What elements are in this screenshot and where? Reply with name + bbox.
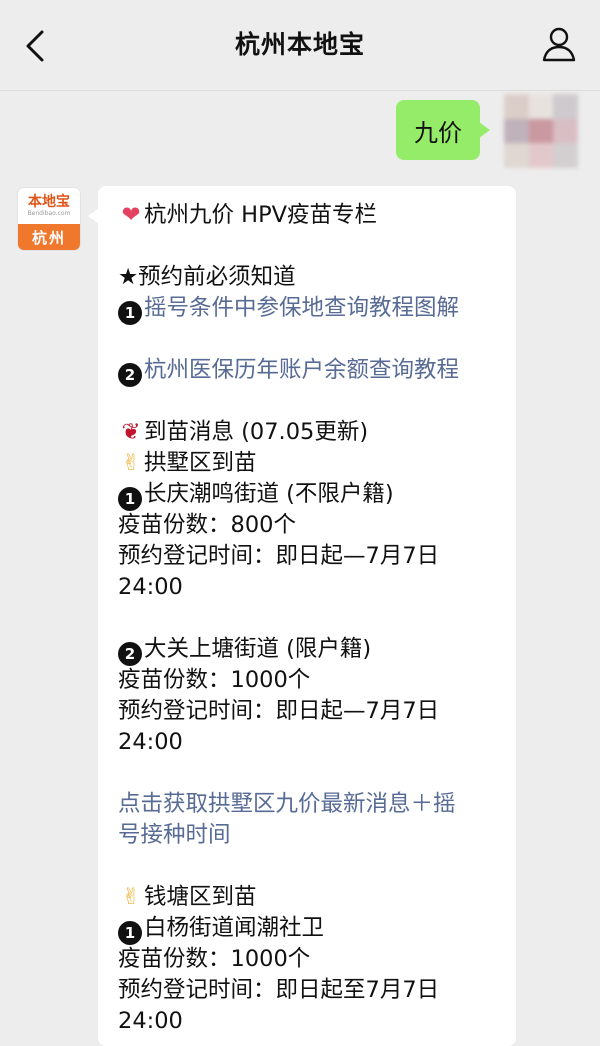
site-item: 1 长庆潮鸣街道 (不限户籍) [118, 479, 516, 511]
account-avatar[interactable]: 本地宝 Bendibao.com 杭州 [18, 188, 80, 250]
vaccine-count: 疫苗份数：1000个 [118, 946, 311, 972]
avatar-city: 杭州 [18, 224, 80, 250]
victory-hand-icon: ✌ [121, 450, 141, 476]
sent-message-bubble[interactable]: 九价 [396, 100, 490, 160]
heart-icon: ❤ [121, 202, 141, 228]
number-badge: 2 [118, 363, 142, 387]
link-insured-location-guide[interactable]: 1 摇号条件中参保地查询教程图解 [118, 293, 516, 325]
column-title: ❤ 杭州九价 HPV疫苗专栏 [118, 200, 516, 231]
number-badge: 1 [118, 921, 142, 945]
received-message-bubble: ❤ 杭州九价 HPV疫苗专栏 ★预约前必须知道 1 摇号条件中参保地查询教程图解 2… [88, 186, 516, 1046]
registration-time-end: 24:00 [118, 1008, 183, 1034]
district-title-qiantang: ✌ 钱塘区到苗 [118, 882, 516, 913]
site-item: 2 大关上塘街道 (限户籍) [118, 634, 516, 666]
registration-time: 预约登记时间：即日起—7月7日 [118, 543, 440, 569]
registration-time: 预约登记时间：即日起至7月7日 [118, 977, 440, 1003]
registration-time-end: 24:00 [118, 729, 183, 755]
registration-time-end: 24:00 [118, 574, 183, 600]
district-title-gongshu: ✌ 拱墅区到苗 [118, 448, 516, 479]
sent-message-text: 九价 [414, 118, 462, 147]
link-medical-insurance-balance[interactable]: 2 杭州医保历年账户余额查询教程 [118, 355, 516, 387]
user-avatar[interactable] [504, 94, 578, 168]
number-badge: 1 [118, 487, 142, 511]
link-gongshu-latest-news[interactable]: 点击获取拱墅区九价最新消息＋摇 [118, 789, 516, 820]
sent-message-row: 九价 [378, 94, 578, 168]
site-item: 1 白杨街道闻潮社卫 [118, 913, 516, 945]
avatar-logo: 本地宝 Bendibao.com [18, 188, 80, 224]
number-badge: 1 [118, 301, 142, 325]
notice-title: ★预约前必须知道 [118, 264, 296, 290]
link-gongshu-latest-news-cont[interactable]: 号接种时间 [118, 820, 516, 851]
registration-time: 预约登记时间：即日起—7月7日 [118, 698, 440, 724]
number-badge: 2 [118, 642, 142, 666]
vaccine-count: 疫苗份数：1000个 [118, 667, 311, 693]
person-icon[interactable] [542, 26, 576, 62]
page-title: 杭州本地宝 [234, 30, 365, 59]
victory-hand-icon: ✌ [121, 884, 141, 910]
arrival-news: ❦ 到苗消息 (07.05更新) [118, 417, 516, 448]
rose-icon: ❦ [121, 419, 141, 445]
navigation-bar: 杭州本地宝 [0, 0, 600, 91]
vaccine-count: 疫苗份数：800个 [118, 512, 296, 538]
